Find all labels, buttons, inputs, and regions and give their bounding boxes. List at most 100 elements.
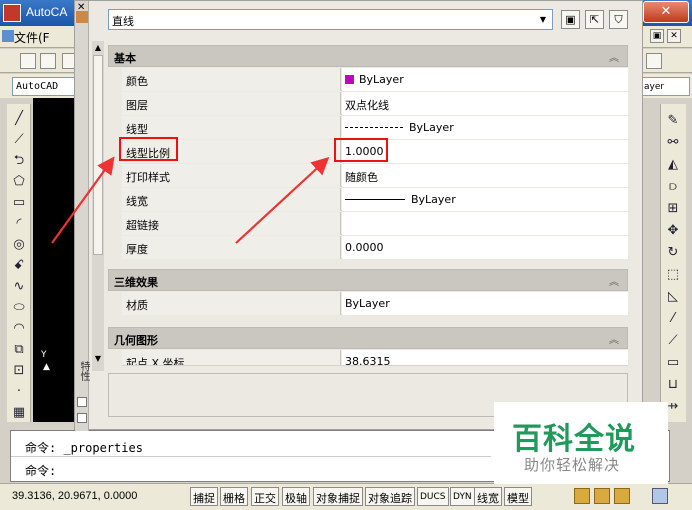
property-value-layer[interactable]: 双点化线 bbox=[342, 92, 628, 115]
quick-select-icon[interactable]: ⛉ bbox=[609, 10, 628, 29]
property-name: 颜色 bbox=[122, 68, 341, 91]
palette-titlebar[interactable]: ✕ 特性 bbox=[75, 1, 89, 431]
point-icon[interactable]: · bbox=[10, 383, 28, 401]
menu-app-icon bbox=[2, 30, 14, 42]
polar-toggle[interactable]: 极轴 bbox=[282, 487, 310, 506]
extend-icon[interactable]: ⟋ bbox=[664, 332, 682, 350]
snap-toggle[interactable]: 捕捉 bbox=[190, 487, 218, 506]
line-icon[interactable]: ╱ bbox=[10, 110, 28, 128]
layer-combo[interactable]: ayer bbox=[640, 77, 690, 96]
property-row-color[interactable]: 颜色 ByLayer bbox=[122, 68, 628, 91]
command-line-2[interactable]: 命令: bbox=[25, 462, 56, 479]
property-row-lineweight[interactable]: 线宽 ByLayer bbox=[122, 188, 628, 211]
mirror-icon[interactable]: ◭ bbox=[664, 156, 682, 174]
collapse-icon[interactable]: ︽ bbox=[609, 49, 619, 64]
property-value-plotstyle[interactable]: 随颜色 bbox=[342, 164, 628, 187]
collapse-icon[interactable]: ︽ bbox=[609, 273, 619, 288]
ucs-y-axis-icon: Y bbox=[41, 350, 47, 360]
palette-options-icon[interactable] bbox=[76, 11, 88, 23]
property-row-material[interactable]: 材质 ByLayer bbox=[122, 292, 628, 315]
stretch-icon[interactable]: ◺ bbox=[664, 288, 682, 306]
select-objects-icon[interactable]: ⇱ bbox=[585, 10, 604, 29]
revcloud-icon[interactable]: ꗃ bbox=[10, 257, 28, 275]
arc-icon[interactable]: ◜ bbox=[10, 215, 28, 233]
trim-icon[interactable]: ⁄ bbox=[664, 310, 682, 328]
menu-file[interactable]: 文件(F bbox=[14, 29, 50, 46]
property-value-color[interactable]: ByLayer bbox=[342, 68, 628, 91]
category-geometry-label: 几何图形 bbox=[114, 334, 158, 347]
ucs-arrow-icon: ▲ bbox=[43, 362, 50, 372]
property-value-start-x[interactable]: 38.6315 bbox=[342, 350, 628, 365]
color-swatch-icon bbox=[345, 75, 354, 84]
polyline-icon[interactable]: ⮌ bbox=[10, 152, 28, 170]
property-value-thickness[interactable]: 0.0000 bbox=[342, 236, 628, 259]
doc-close-icon[interactable]: ✕ bbox=[667, 29, 681, 43]
move-icon[interactable]: ✥ bbox=[664, 222, 682, 240]
property-row-plotstyle[interactable]: 打印样式 随颜色 bbox=[122, 164, 628, 187]
palette-scrollbar[interactable]: ▲ ▼ bbox=[92, 41, 104, 371]
polygon-icon[interactable]: ⬠ bbox=[10, 173, 28, 191]
watermark-logo: 百科全说 助你轻松解决 bbox=[494, 402, 668, 484]
offset-icon[interactable]: ⫐ bbox=[664, 178, 682, 196]
tray-settings-icon[interactable] bbox=[614, 488, 630, 504]
property-row-linetype[interactable]: 线型 ByLayer bbox=[122, 116, 628, 139]
copy-icon[interactable]: ⚯ bbox=[664, 134, 682, 152]
status-bar: 39.3136, 20.9671, 0.0000 捕捉 栅格 正交 极轴 对象捕… bbox=[0, 483, 692, 510]
ortho-toggle[interactable]: 正交 bbox=[251, 487, 279, 506]
palette-autohide-icon[interactable] bbox=[77, 397, 87, 407]
collapse-icon[interactable]: ︽ bbox=[609, 331, 619, 346]
model-toggle[interactable]: 模型 bbox=[504, 487, 532, 506]
break-icon[interactable]: ▭ bbox=[664, 354, 682, 372]
category-general[interactable]: 基本 ︽ bbox=[108, 45, 628, 67]
otrack-toggle[interactable]: 对象追踪 bbox=[365, 487, 415, 506]
scroll-thumb[interactable] bbox=[93, 55, 103, 255]
restore-icon[interactable]: ▣ bbox=[650, 29, 664, 43]
rotate-icon[interactable]: ↻ bbox=[664, 244, 682, 262]
clean-screen-icon[interactable] bbox=[652, 488, 668, 504]
property-value-hyperlink[interactable] bbox=[342, 212, 628, 235]
scroll-up-icon[interactable]: ▲ bbox=[92, 43, 104, 52]
circle-icon[interactable]: ◎ bbox=[10, 236, 28, 254]
comm-center-icon[interactable] bbox=[574, 488, 590, 504]
dyn-toggle[interactable]: DYN bbox=[450, 487, 475, 506]
osnap-toggle[interactable]: 对象捕捉 bbox=[313, 487, 363, 506]
make-block-icon[interactable]: ⊡ bbox=[10, 362, 28, 380]
scroll-down-icon[interactable]: ▼ bbox=[92, 354, 104, 363]
match-prop-icon[interactable] bbox=[646, 53, 662, 69]
window-close-button[interactable]: ✕ bbox=[643, 1, 689, 23]
lineweight-toggle[interactable]: 线宽 bbox=[474, 487, 502, 506]
new-file-icon[interactable] bbox=[20, 53, 36, 69]
erase-icon[interactable]: ✎ bbox=[664, 112, 682, 130]
ducs-toggle[interactable]: DUCS bbox=[417, 487, 449, 506]
join-icon[interactable]: ⊔ bbox=[664, 376, 682, 394]
property-value-material[interactable]: ByLayer bbox=[342, 292, 628, 315]
drawing-canvas[interactable]: Y ▲ bbox=[33, 98, 78, 422]
property-value-linetype[interactable]: ByLayer bbox=[342, 116, 628, 139]
property-value-linetype-scale[interactable]: 1.0000 bbox=[342, 140, 628, 163]
lock-icon[interactable] bbox=[594, 488, 610, 504]
spline-icon[interactable]: ∿ bbox=[10, 278, 28, 296]
category-3d[interactable]: 三维效果 ︽ bbox=[108, 269, 628, 291]
chevron-down-icon[interactable]: ▼ bbox=[536, 12, 550, 27]
pickadd-toggle-icon[interactable]: ▣ bbox=[561, 10, 580, 29]
object-type-value: 直线 bbox=[112, 15, 134, 28]
scale-icon[interactable]: ⬚ bbox=[664, 266, 682, 284]
rectangle-icon[interactable]: ▭ bbox=[10, 194, 28, 212]
category-geometry[interactable]: 几何图形 ︽ bbox=[108, 327, 628, 349]
grid-toggle[interactable]: 栅格 bbox=[220, 487, 248, 506]
ellipse-icon[interactable]: ⬭ bbox=[10, 299, 28, 317]
construction-line-icon[interactable]: ⟋ bbox=[10, 131, 28, 149]
array-icon[interactable]: ⊞ bbox=[664, 200, 682, 218]
property-row-start-x[interactable]: 起点 X 坐标 38.6315 bbox=[122, 350, 628, 366]
property-row-hyperlink[interactable]: 超链接 bbox=[122, 212, 628, 235]
property-value-lineweight[interactable]: ByLayer bbox=[342, 188, 628, 211]
ellipse-arc-icon[interactable]: ◠ bbox=[10, 320, 28, 338]
hatch-icon[interactable]: ▦ bbox=[10, 404, 28, 422]
property-row-layer[interactable]: 图层 双点化线 bbox=[122, 92, 628, 115]
property-row-thickness[interactable]: 厚度 0.0000 bbox=[122, 236, 628, 259]
open-file-icon[interactable] bbox=[40, 53, 56, 69]
object-type-select[interactable]: 直线 ▼ bbox=[108, 9, 553, 30]
palette-props-icon[interactable] bbox=[77, 413, 87, 423]
insert-block-icon[interactable]: ⧉ bbox=[10, 341, 28, 359]
property-row-linetype-scale[interactable]: 线型比例 1.0000 bbox=[122, 140, 628, 163]
